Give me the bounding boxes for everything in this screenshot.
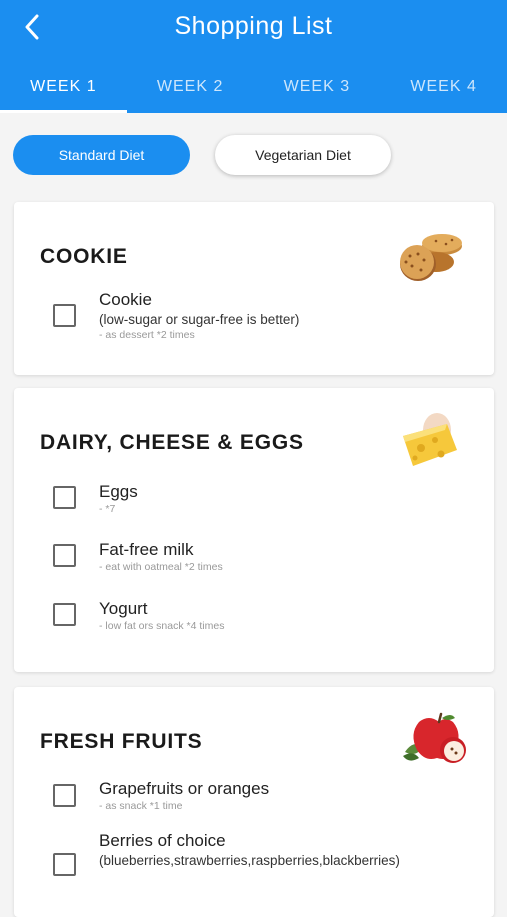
list-item[interactable]: Grapefruits or oranges - as snack *1 tim… bbox=[53, 779, 474, 819]
item-name: Cookie bbox=[99, 290, 152, 309]
checkbox[interactable] bbox=[53, 603, 76, 626]
item-note: - low fat ors snack *4 times bbox=[99, 620, 225, 632]
list-item[interactable]: Fat-free milk - eat with oatmeal *2 time… bbox=[53, 540, 474, 580]
item-name: Grapefruits or oranges bbox=[99, 779, 270, 798]
item-note: - *7 bbox=[99, 503, 116, 515]
page-title: Shopping List bbox=[174, 12, 333, 40]
checkbox[interactable] bbox=[53, 784, 76, 807]
tab-week-4[interactable]: WEEK 4 bbox=[380, 70, 507, 113]
standard-diet-button[interactable]: Standard Diet bbox=[13, 135, 190, 175]
list-item[interactable]: Berries of choice (blueberries,strawberr… bbox=[53, 831, 474, 891]
app-header: Shopping List WEEK 1 WEEK 2 WEEK 3 WEEK … bbox=[0, 0, 507, 113]
item-detail: (blueberries,strawberries,raspberries,bl… bbox=[99, 853, 400, 868]
tab-week-3[interactable]: WEEK 3 bbox=[254, 70, 381, 113]
apple-illustration bbox=[403, 712, 466, 763]
section-cookie: COOKIE Cookie (low-sugar or sugar-free i… bbox=[14, 202, 494, 375]
section-title: FRESH FRUITS bbox=[40, 730, 203, 753]
item-note: - as snack *1 time bbox=[99, 800, 183, 812]
week-tabs: WEEK 1 WEEK 2 WEEK 3 WEEK 4 bbox=[0, 70, 507, 113]
cookies-illustration bbox=[400, 234, 462, 281]
item-name: Eggs bbox=[99, 482, 138, 501]
checkbox[interactable] bbox=[53, 486, 76, 509]
section-title: DAIRY, CHEESE & EGGS bbox=[40, 431, 304, 454]
section-title: COOKIE bbox=[40, 245, 128, 268]
item-detail: (low-sugar or sugar-free is better) bbox=[99, 312, 300, 327]
vegetarian-diet-button[interactable]: Vegetarian Diet bbox=[215, 135, 391, 175]
item-note: - eat with oatmeal *2 times bbox=[99, 561, 223, 573]
item-name: Yogurt bbox=[99, 599, 148, 618]
item-name: Fat-free milk bbox=[99, 540, 194, 559]
list-item[interactable]: Cookie (low-sugar or sugar-free is bette… bbox=[53, 290, 474, 350]
item-name: Berries of choice bbox=[99, 831, 226, 850]
section-dairy-cheese-eggs: DAIRY, CHEESE & EGGS Eggs - *7 Fat-free … bbox=[14, 388, 494, 672]
item-note: - as dessert *2 times bbox=[99, 329, 195, 341]
checkbox[interactable] bbox=[53, 853, 76, 876]
section-fresh-fruits: FRESH FRUITS Grapefruits or oranges - as… bbox=[14, 687, 494, 917]
list-item[interactable]: Yogurt - low fat ors snack *4 times bbox=[53, 599, 474, 639]
checkbox[interactable] bbox=[53, 544, 76, 567]
tab-week-2[interactable]: WEEK 2 bbox=[127, 70, 254, 113]
cheese-egg-illustration bbox=[403, 413, 457, 466]
list-item[interactable]: Eggs - *7 bbox=[53, 482, 474, 522]
tab-week-1[interactable]: WEEK 1 bbox=[0, 70, 127, 113]
checkbox[interactable] bbox=[53, 304, 76, 327]
